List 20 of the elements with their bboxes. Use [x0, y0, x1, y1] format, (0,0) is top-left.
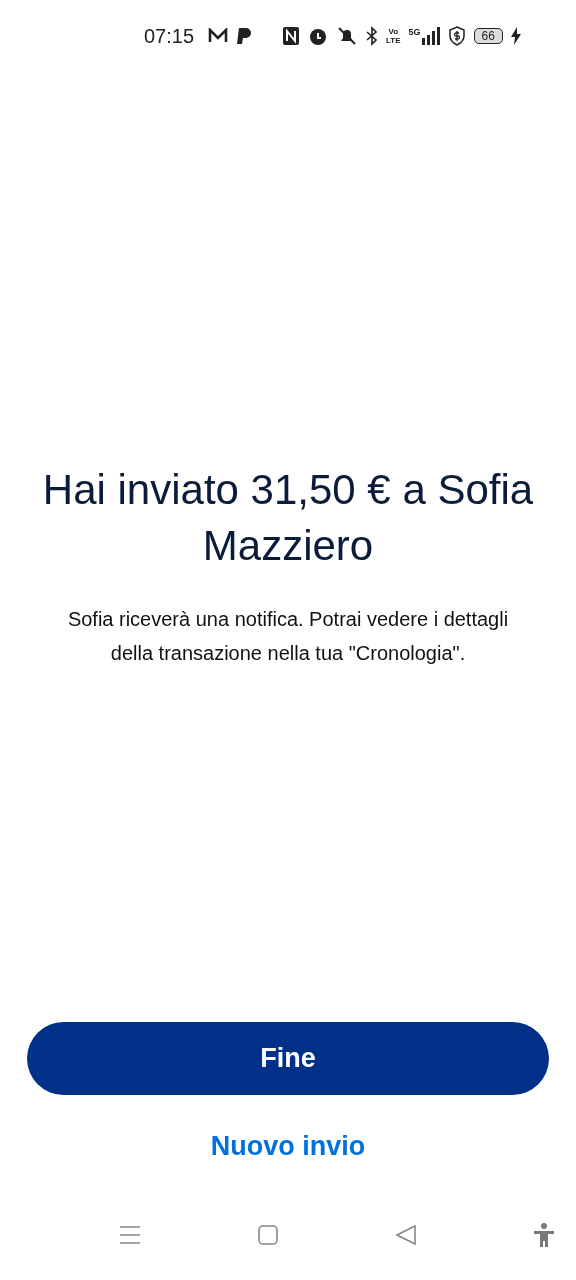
home-icon[interactable] [258, 1225, 279, 1245]
bluetooth-icon [366, 26, 379, 46]
nfc-icon [282, 26, 301, 46]
accessibility-icon[interactable] [533, 1223, 556, 1247]
volte-icon: Vo LTE [386, 27, 401, 45]
network-type: 5G [408, 27, 421, 37]
payment-app-icon [236, 27, 253, 45]
alarm-icon [308, 26, 329, 46]
shield-icon [447, 26, 466, 46]
done-button[interactable]: Fine [27, 1022, 549, 1095]
confirmation-message: Sofia riceverà una notifica. Potrai vedere i dettagli della transazione nella tua "Cronologia". [66, 607, 510, 666]
mail-icon [208, 28, 229, 44]
charging-icon [510, 27, 521, 45]
menu-icon[interactable] [118, 1225, 141, 1245]
status-time: 07:15 [144, 24, 195, 48]
signal-icon [421, 27, 440, 45]
confirmation-title: Hai inviato 31,50 € a Sofia Mazziero [41, 465, 535, 571]
battery-icon: 66 [473, 28, 503, 44]
back-icon[interactable] [395, 1225, 416, 1245]
new-transfer-link[interactable]: Nuovo invio [210, 1131, 366, 1162]
